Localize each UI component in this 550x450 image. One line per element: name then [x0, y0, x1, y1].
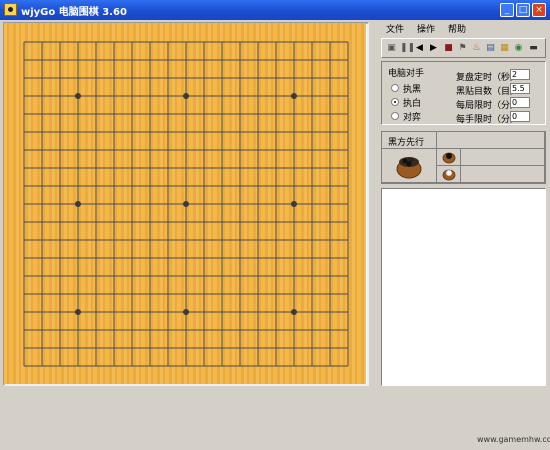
black-player-info — [461, 149, 545, 166]
game-time-limit-input[interactable]: 0 — [510, 97, 530, 108]
step-forward-icon[interactable]: ▶ — [428, 42, 439, 54]
radio-play-white[interactable] — [391, 98, 399, 106]
grid-icon[interactable]: ▦ — [499, 42, 510, 54]
star-point[interactable] — [183, 201, 189, 207]
new-game-icon[interactable]: ▣ — [386, 42, 397, 54]
opponent-label: 电脑对手 — [388, 69, 425, 79]
stop-icon[interactable]: ■ — [443, 42, 454, 54]
move-list[interactable] — [381, 188, 546, 386]
radio-play-black[interactable] — [391, 84, 399, 92]
move-time-limit-input[interactable]: 0 — [510, 111, 530, 122]
radio-play-black-label[interactable]: 执黑 — [403, 82, 421, 95]
step-back-icon[interactable]: ◀ — [414, 42, 425, 54]
flag-icon[interactable]: ⚑ — [457, 42, 468, 54]
window-title: wjyGo 电脑围棋 3.60 — [21, 7, 127, 18]
first-move-status: 黑方先行 — [388, 138, 425, 148]
title-bar[interactable]: wjyGo 电脑围棋 3.60 _ □ × — [0, 0, 550, 20]
menu-file[interactable]: 文件 — [386, 22, 404, 35]
black-player-cell — [437, 149, 461, 166]
star-point[interactable] — [291, 309, 297, 315]
white-player-info — [461, 166, 545, 183]
star-point[interactable] — [75, 93, 81, 99]
radio-two-player[interactable] — [391, 112, 399, 120]
radio-two-player-label[interactable]: 对弈 — [403, 110, 421, 123]
star-point[interactable] — [75, 309, 81, 315]
watermark: www.gamemhw.com — [477, 435, 550, 444]
white-stone-bowl-icon — [442, 169, 456, 181]
bowl-cell — [382, 149, 437, 183]
radio-play-white-label[interactable]: 执白 — [403, 96, 421, 109]
header-cell — [437, 132, 545, 149]
pause-icon[interactable]: ❚❚ — [400, 42, 415, 54]
star-point[interactable] — [183, 93, 189, 99]
hint-icon[interactable]: ♨ — [471, 42, 482, 54]
maximize-button[interactable]: □ — [516, 3, 530, 17]
settings-icon[interactable]: ◉ — [513, 42, 524, 54]
star-point[interactable] — [291, 93, 297, 99]
go-board[interactable] — [4, 23, 366, 384]
menu-operate[interactable]: 操作 — [417, 22, 435, 35]
black-stone-bowl-icon — [442, 152, 456, 164]
star-point[interactable] — [183, 309, 189, 315]
notes-icon[interactable]: ▤ — [485, 42, 496, 54]
screen-icon[interactable]: ▬ — [528, 42, 539, 54]
replay-interval-input[interactable]: 2 — [510, 69, 530, 80]
app-icon[interactable] — [4, 3, 17, 16]
minimize-button[interactable]: _ — [500, 3, 514, 17]
player-table: 黑方先行 — [381, 131, 546, 184]
komi-input[interactable]: 5.5 — [510, 83, 530, 94]
star-point[interactable] — [291, 201, 297, 207]
settings-panel: 电脑对手 执黑 执白 对弈 复盘定时（秒） 2 黑贴目数（目） 5.5 每局限时… — [381, 61, 546, 125]
status-cell: 黑方先行 — [382, 132, 437, 149]
board-grid[interactable] — [4, 23, 366, 384]
white-player-cell — [437, 166, 461, 183]
menu-help[interactable]: 帮助 — [448, 22, 466, 35]
star-point[interactable] — [75, 201, 81, 207]
toolbar: ▣ ❚❚ ◀ ▶ ■ ⚑ ♨ ▤ ▦ ◉ ▬ — [381, 38, 546, 58]
close-button[interactable]: × — [532, 3, 546, 17]
stone-bowl-icon — [396, 157, 422, 179]
